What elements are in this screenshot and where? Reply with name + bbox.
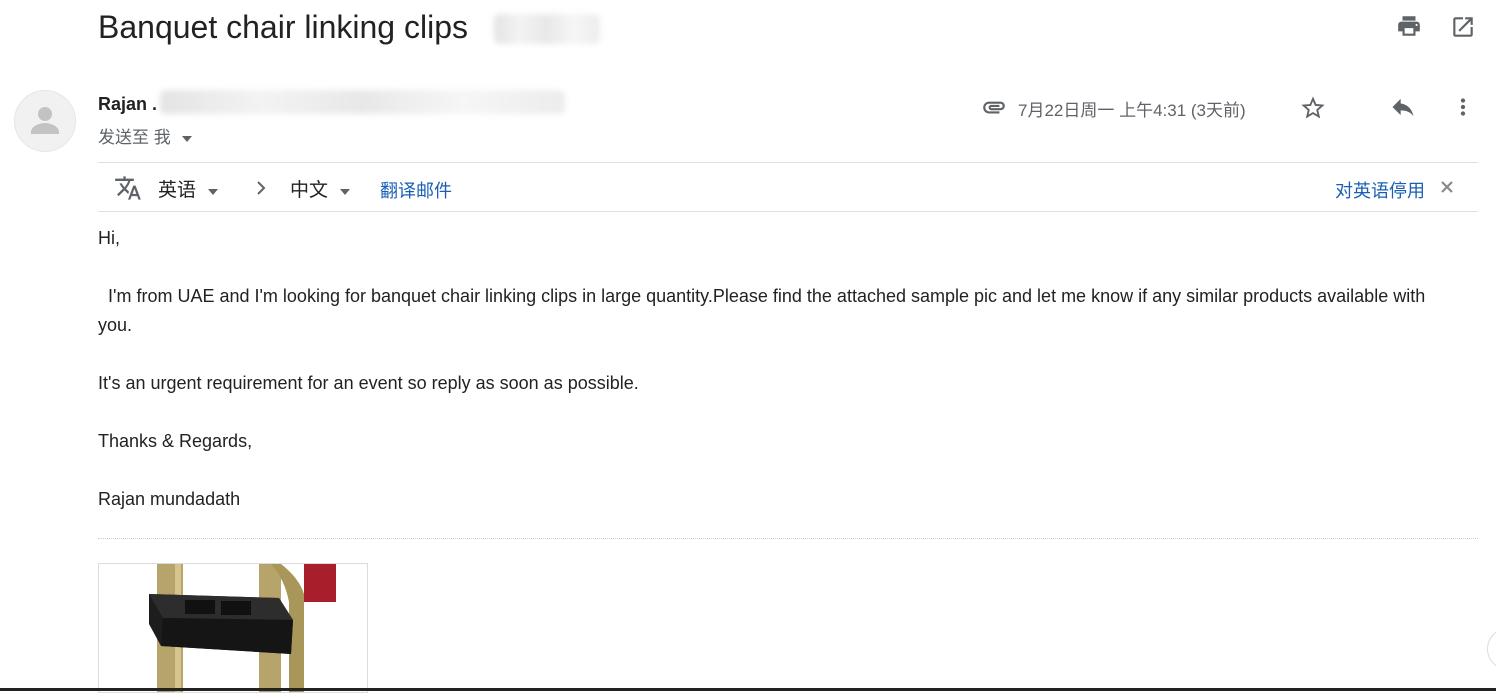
chevron-down-icon: [340, 188, 351, 195]
redacted-sender-email: [160, 90, 565, 114]
translate-bar-bottom-divider: [98, 211, 1478, 212]
chevron-down-icon: [208, 188, 219, 195]
close-icon[interactable]: [1440, 180, 1454, 194]
target-language-select[interactable]: 中文: [290, 175, 351, 202]
chevron-down-icon[interactable]: [182, 135, 193, 142]
avatar: [14, 90, 76, 152]
redacted-label: [494, 14, 600, 44]
email-date: 7月22日周一 上午4:31 (3天前): [1018, 101, 1246, 120]
recipient-label: 发送至 我: [98, 128, 171, 147]
email-greeting: Hi,: [98, 228, 120, 248]
source-language-label: 英语: [158, 180, 197, 201]
recipient-line[interactable]: 发送至 我: [98, 123, 193, 148]
attachment-divider: [98, 538, 1478, 539]
sender-name: Rajan .: [98, 94, 158, 114]
scroll-button[interactable]: [1487, 628, 1496, 670]
reply-icon[interactable]: [1389, 93, 1417, 121]
source-language-select[interactable]: 英语: [158, 175, 219, 202]
star-icon[interactable]: [1299, 94, 1327, 122]
translate-message-link[interactable]: 翻译邮件: [380, 177, 452, 203]
paperclip-icon: [980, 94, 1008, 120]
email-paragraph: It's an urgent requirement for an event …: [98, 373, 639, 393]
email-subject: Banquet chair linking clips: [98, 9, 468, 45]
chevron-right-icon: [253, 178, 269, 198]
open-in-new-icon[interactable]: [1450, 14, 1476, 40]
attachment-thumbnail[interactable]: [98, 563, 368, 693]
print-icon[interactable]: [1396, 13, 1422, 39]
disable-translation-link[interactable]: 对英语停用: [1335, 177, 1425, 203]
email-closing: Thanks & Regards,: [98, 431, 253, 451]
email-signature: Rajan mundadath: [98, 489, 241, 509]
more-vert-icon[interactable]: [1450, 93, 1476, 121]
translate-icon: [113, 174, 143, 202]
target-language-label: 中文: [290, 180, 329, 201]
email-paragraph: I'm from UAE and I'm looking for banquet…: [98, 286, 1431, 335]
translate-bar-top-divider: [98, 162, 1478, 163]
